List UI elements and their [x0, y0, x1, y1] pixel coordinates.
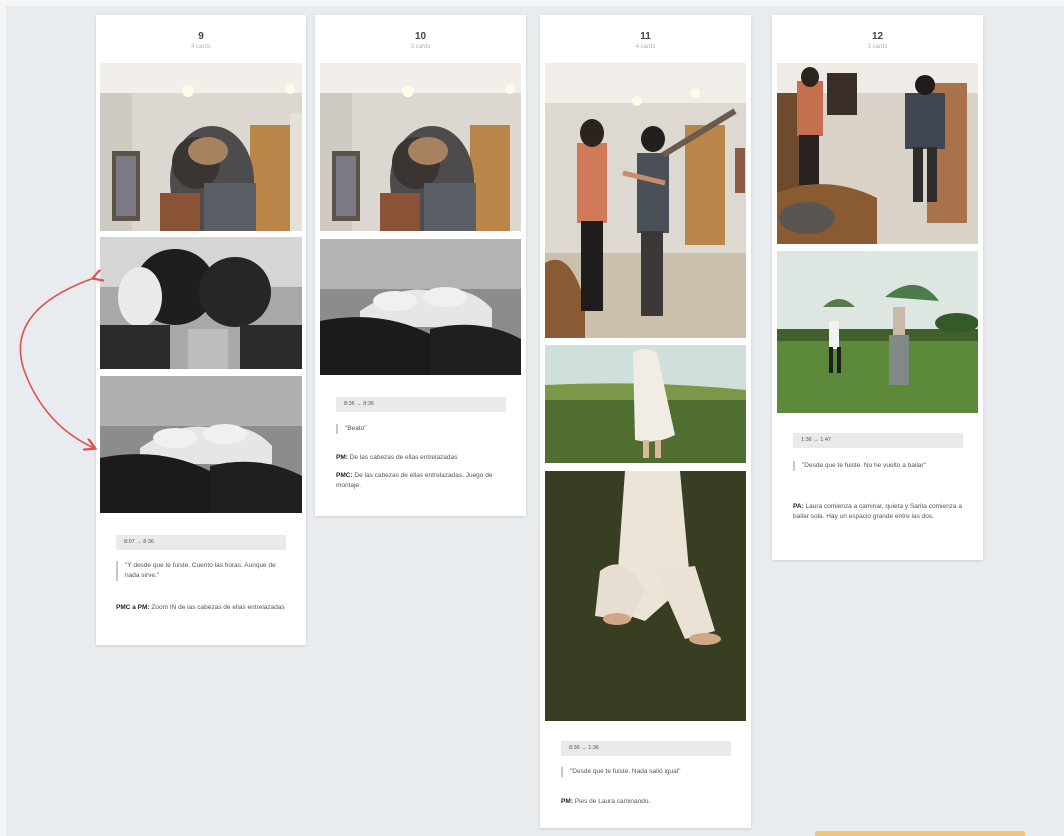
- shot-note: PA: Laura comienza a caminar, quieta y S…: [793, 502, 963, 522]
- card-count: 3 cards: [867, 44, 888, 50]
- shot-note: PM: De las cabezas de ellas entrelazadas: [336, 453, 506, 463]
- storyboard-card-10[interactable]: 10 3 cards 8:36 → 8:36 "Beato" PM: De la…: [315, 15, 526, 516]
- timecode-bar: 8:36 → 1:36: [561, 741, 731, 756]
- dialogue-quote: "Y desde que te fuiste. Cuento las horas…: [116, 561, 284, 581]
- card-count: 4 cards: [635, 44, 656, 50]
- shot-type-label: PMC a PM:: [116, 604, 150, 611]
- storyboard-card-12[interactable]: 12 3 cards 1:36 → 1:47 "Desde que te fui…: [772, 15, 983, 560]
- shot-note: PMC a PM: Zoom IN de las cabezas de ella…: [116, 603, 286, 613]
- card-number: 9: [198, 31, 204, 42]
- umbrellas-field-image: [777, 251, 978, 413]
- walking-feet-image: [545, 471, 746, 721]
- shot-type-label: PM:: [336, 454, 348, 461]
- frame-living-room[interactable]: [777, 63, 978, 244]
- frame-umbrellas-field[interactable]: [777, 251, 978, 413]
- hallway-embrace-image: [100, 63, 302, 231]
- storyboard-card-9[interactable]: 9 4 cards 8:07 → 8:36 "Y desde que te fu…: [96, 15, 306, 645]
- shot-description: De las cabezas de ellas entrelazadas. Ju…: [336, 472, 493, 489]
- bw-heads-image: [100, 237, 302, 369]
- left-strip: [0, 0, 6, 836]
- living-room-image: [777, 63, 978, 244]
- shot-note: PMC: De las cabezas de ellas entrelazada…: [336, 471, 506, 491]
- shot-description: Pies de Laura caminando.: [572, 798, 651, 805]
- dialogue-quote: "Beato": [336, 424, 504, 434]
- hallway-embrace-image: [320, 63, 521, 231]
- frame-hallway-embrace[interactable]: [320, 63, 521, 231]
- shot-description: Laura comienza a caminar, quieta y Sarit…: [793, 503, 962, 520]
- card-count: 4 cards: [191, 44, 211, 50]
- frame-white-dress-field[interactable]: [545, 345, 746, 463]
- timecode-bar: 1:36 → 1:47: [793, 433, 963, 448]
- frame-pointing-couple[interactable]: [545, 63, 746, 338]
- top-strip: [0, 0, 1064, 6]
- bw-lying-heads-image: [320, 239, 521, 375]
- card-header: 10 3 cards: [315, 15, 526, 63]
- frame-bw-heads-1[interactable]: [100, 237, 302, 369]
- dialogue-quote: "Desde que te fuiste. No he vuelto a bai…: [793, 461, 961, 471]
- timecode-bar: 8:36 → 8:36: [336, 397, 506, 412]
- shot-description: De las cabezas de ellas entrelazadas: [347, 454, 458, 461]
- shot-type-label: PM:: [561, 798, 573, 805]
- shot-type-label: PMC:: [336, 472, 353, 479]
- card-number: 10: [414, 31, 427, 42]
- bottom-highlight-bar: [815, 831, 1025, 836]
- card-number: 11: [640, 31, 651, 42]
- transition-arrow-icon: [19, 270, 104, 455]
- bw-lying-heads-image: [100, 376, 302, 513]
- card-header: 9 4 cards: [96, 15, 306, 63]
- pointing-couple-image: [545, 63, 746, 338]
- white-dress-field-image: [545, 345, 746, 463]
- frame-walking-feet[interactable]: [545, 471, 746, 721]
- dialogue-quote: "Desde que te fuiste. Nada salió igual": [561, 767, 729, 777]
- shot-type-label: PA:: [793, 503, 804, 510]
- shot-note: PM: Pies de Laura caminando.: [561, 797, 731, 807]
- card-count: 3 cards: [410, 44, 431, 50]
- card-header: 11 4 cards: [540, 15, 751, 63]
- frame-bw-heads-2[interactable]: [320, 239, 521, 375]
- frame-hallway-embrace[interactable]: [100, 63, 302, 231]
- frame-bw-heads-2[interactable]: [100, 376, 302, 513]
- timecode-bar: 8:07 → 8:36: [116, 535, 286, 550]
- shot-description: Zoom IN de las cabezas de ellas entrelaz…: [149, 604, 285, 611]
- card-number: 12: [871, 31, 884, 42]
- storyboard-card-11[interactable]: 11 4 cards 8:36 → 1:36 "Desde que te fui…: [540, 15, 751, 828]
- card-header: 12 3 cards: [772, 15, 983, 63]
